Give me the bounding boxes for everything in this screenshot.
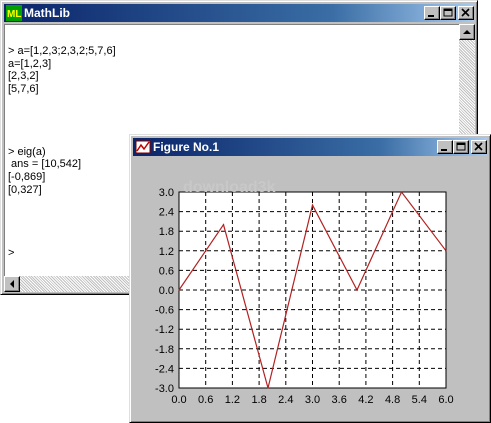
data-point xyxy=(356,289,358,291)
y-axis-tick-labels: 3.02.41.81.20.60.0-0.6-1.2-1.8-2.4-3.0 xyxy=(155,187,174,395)
figure-maximize-button[interactable] xyxy=(453,140,469,154)
data-point xyxy=(267,387,269,389)
y-tick-label: 0.0 xyxy=(159,285,174,297)
x-tick-label: 5.4 xyxy=(412,394,427,406)
figure-titlebar[interactable]: Figure No.1 xyxy=(133,138,487,156)
x-tick-label: 4.2 xyxy=(358,394,373,406)
console-line: > eig(a) xyxy=(8,145,46,158)
console-line: > xyxy=(8,246,15,259)
arrow-up-icon xyxy=(463,30,471,34)
maximize-button[interactable] xyxy=(440,6,456,20)
y-tick-label: 1.2 xyxy=(159,246,174,258)
figure-window: Figure No.1 3.0 2.4 1.8 1.2 0.6 0.0 -0.6 -1.2 -1… xyxy=(129,134,491,423)
x-tick-label: 0.0 xyxy=(171,394,186,406)
close-icon xyxy=(474,142,483,151)
data-point xyxy=(178,289,180,291)
console-line: [-0,869] xyxy=(8,170,46,183)
data-point xyxy=(222,224,225,226)
console-line: [2,3,2] xyxy=(8,70,39,83)
x-tick-label: 0.6 xyxy=(198,394,213,406)
x-tick-label: 1.2 xyxy=(225,394,240,406)
maximize-icon xyxy=(443,8,453,17)
watermark: download3k xyxy=(183,179,276,196)
x-tick-label: 2.4 xyxy=(278,394,293,406)
console-line: > a=[1,2,3;2,3,2;5,7,6] xyxy=(8,45,116,57)
minimize-button[interactable] xyxy=(424,6,440,20)
scroll-left-button[interactable] xyxy=(4,276,20,292)
y-tick-label: -2.4 xyxy=(155,363,174,375)
close-button[interactable] xyxy=(458,6,474,20)
data-point xyxy=(311,204,314,206)
y-tick-label: 1.8 xyxy=(159,226,174,238)
chart-grid xyxy=(178,191,447,389)
mathlib-window-title: MathLib xyxy=(24,6,70,20)
figure-app-icon xyxy=(135,140,151,154)
line-chart: 3.02.41.81.20.60.0-0.6-1.2-1.8-2.4-3.0 0… xyxy=(155,179,454,406)
y-tick-label: 3.0 xyxy=(159,187,174,199)
scroll-up-button[interactable] xyxy=(459,24,475,40)
x-tick-label: 1.8 xyxy=(251,394,266,406)
minimize-icon xyxy=(441,149,447,151)
figure-close-button[interactable] xyxy=(471,140,487,154)
minimize-icon xyxy=(428,15,434,17)
y-tick-label: 2.4 xyxy=(159,207,174,219)
mathlib-titlebar[interactable]: ML MathLib xyxy=(4,4,474,22)
x-tick-label: 6.0 xyxy=(438,394,453,406)
data-point xyxy=(400,191,403,193)
arrow-left-icon xyxy=(10,280,14,288)
console-line: a=[1,2,3] xyxy=(8,57,52,70)
console-line: [5,7,6] xyxy=(8,82,39,95)
x-axis-tick-labels: 0.0 0.6 1.2 1.8 2.4 3.0 3.6 4.2 4.8 5.4 6.0 xyxy=(171,394,453,406)
maximize-icon xyxy=(456,142,466,151)
y-tick-label: -1.8 xyxy=(155,344,174,356)
mathlib-app-icon: ML xyxy=(6,5,22,21)
x-tick-label: 3.0 xyxy=(305,394,320,406)
console-line: [0,327] xyxy=(8,183,42,196)
figure-minimize-button[interactable] xyxy=(437,140,453,154)
svg-text:ML: ML xyxy=(7,9,21,20)
y-tick-label: 0.6 xyxy=(159,265,174,277)
x-tick-label: 3.6 xyxy=(332,394,347,406)
y-tick-label: -1.2 xyxy=(155,324,174,336)
data-point xyxy=(445,250,447,252)
x-tick-label: 4.8 xyxy=(385,394,400,406)
figure-window-title: Figure No.1 xyxy=(153,140,220,154)
close-icon xyxy=(461,8,470,17)
y-tick-label: -0.6 xyxy=(155,305,174,317)
console-text: > a=[1,2,3;2,3,2;5,7,6] a=[1,2,3] [2,3,2][… xyxy=(8,45,116,259)
console-line: ans = [10,542] xyxy=(8,158,82,171)
